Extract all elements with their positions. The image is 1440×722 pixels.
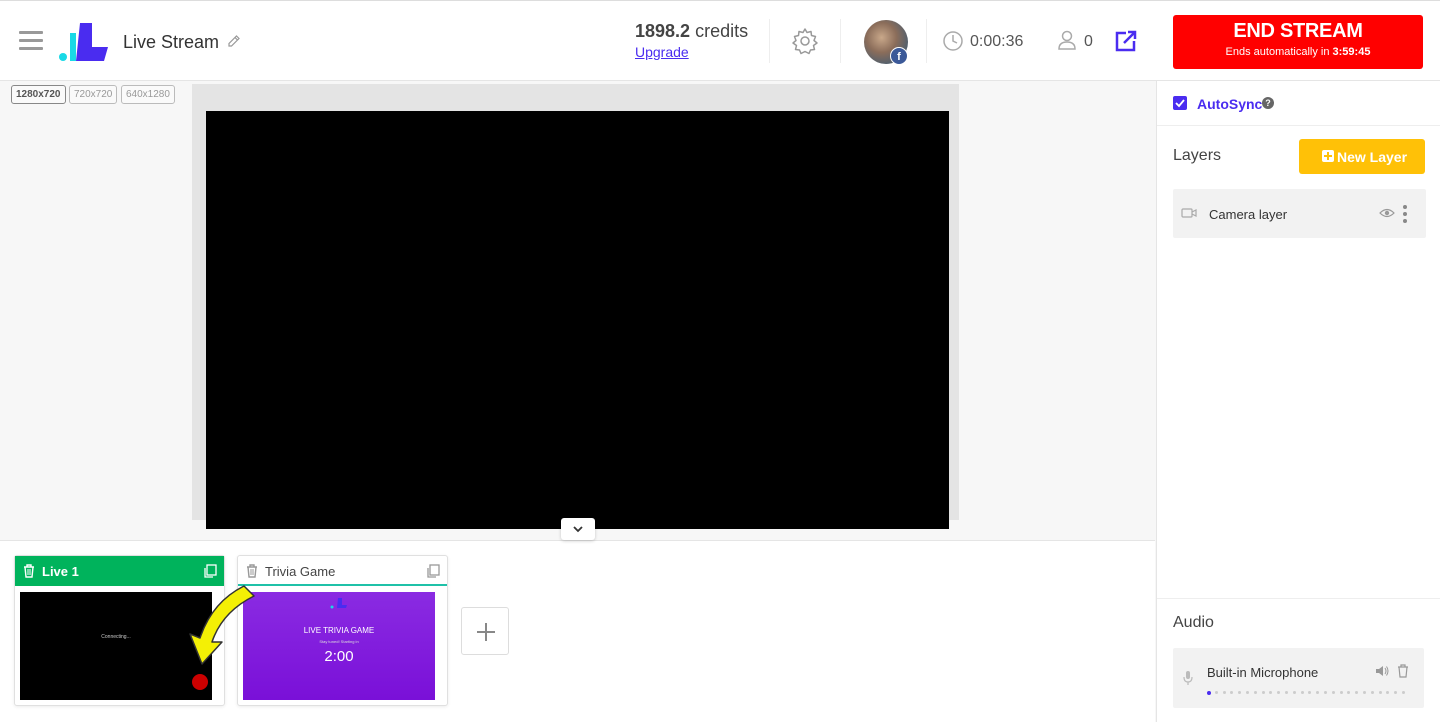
trash-icon[interactable]	[244, 563, 260, 579]
clock-icon	[943, 31, 963, 51]
stream-canvas[interactable]	[206, 111, 949, 529]
app-logo	[330, 598, 347, 609]
header-divider	[926, 19, 927, 63]
facebook-badge-icon: f	[890, 47, 908, 65]
meter-dot	[1222, 691, 1226, 694]
credits-unit: credits	[695, 21, 749, 41]
divider	[1157, 125, 1440, 126]
end-stream-time: 3:59:45	[1332, 46, 1371, 58]
add-scene-button[interactable]	[461, 607, 509, 655]
meter-dot	[1331, 691, 1335, 694]
meter-dot	[1370, 691, 1374, 694]
eye-icon[interactable]	[1379, 207, 1395, 219]
credits-value: 1898.2	[635, 21, 691, 41]
end-stream-button[interactable]: END STREAM Ends automatically in 3:59:45	[1173, 15, 1423, 69]
trash-icon[interactable]	[21, 563, 37, 579]
meter-dot	[1207, 691, 1211, 695]
audio-level-meter	[1207, 691, 1409, 695]
trash-icon[interactable]	[1397, 664, 1409, 678]
meter-dot	[1277, 691, 1281, 694]
audio-heading: Audio	[1173, 614, 1214, 631]
meter-dot	[1402, 691, 1405, 694]
meter-dot	[1363, 691, 1366, 694]
chevron-down-icon	[573, 526, 583, 533]
meter-dot	[1230, 691, 1234, 694]
end-stream-prefix: Ends automatically in	[1225, 46, 1333, 58]
meter-dot	[1285, 691, 1288, 694]
speaker-icon[interactable]	[1375, 665, 1389, 677]
resolution-chip-720x720[interactable]: 720x720	[69, 85, 118, 104]
help-icon[interactable]: ?	[1262, 97, 1274, 109]
video-camera-icon	[1181, 208, 1197, 218]
stream-timer: 0:00:36	[970, 33, 1024, 50]
trivia-title: LIVE TRIVIA GAME	[303, 626, 375, 635]
autosync-label[interactable]: AutoSync	[1197, 96, 1262, 112]
meter-dot	[1300, 691, 1304, 694]
header-divider	[769, 19, 770, 63]
autosync-checkbox[interactable]	[1173, 96, 1187, 110]
meter-dot	[1386, 691, 1390, 694]
audio-source-item[interactable]: Built-in Microphone	[1173, 648, 1424, 708]
audio-source-name: Built-in Microphone	[1207, 665, 1319, 680]
meter-dot	[1308, 691, 1312, 694]
hamburger-menu-icon[interactable]	[19, 31, 43, 51]
end-stream-countdown: Ends automatically in 3:59:45	[1173, 46, 1423, 58]
recording-indicator	[192, 674, 208, 690]
user-icon	[1058, 30, 1076, 50]
meter-dot	[1214, 691, 1218, 694]
meter-dot	[1355, 691, 1359, 694]
meter-dot	[1347, 691, 1351, 694]
copy-icon[interactable]	[202, 563, 218, 579]
scene-thumbnail[interactable]: LIVE TRIVIA GAME Stay tuned! Starting in…	[243, 592, 435, 700]
meter-dot	[1261, 691, 1265, 694]
top-bar: Live Stream 1898.2 credits Upgrade f 0:0…	[0, 0, 1440, 81]
pencil-icon[interactable]	[226, 33, 242, 49]
stream-title[interactable]: Live Stream	[123, 32, 219, 53]
meter-dot	[1246, 691, 1249, 694]
scene-header: Trivia Game	[238, 556, 447, 586]
meter-dot	[1378, 691, 1382, 694]
gear-icon[interactable]	[790, 26, 820, 56]
trivia-subtitle: Stay tuned! Starting in	[319, 639, 359, 644]
meter-dot	[1253, 691, 1257, 694]
layer-name: Camera layer	[1209, 207, 1288, 222]
layer-item-camera[interactable]: Camera layer	[1173, 189, 1426, 238]
scene-name[interactable]: Live 1	[42, 564, 79, 579]
copy-icon[interactable]	[425, 563, 441, 579]
plus-icon	[1322, 150, 1334, 162]
meter-dot	[1339, 691, 1343, 694]
meter-dot	[1324, 691, 1327, 694]
scene-card-trivia-game[interactable]: Trivia Game LIVE TRIVIA GAME Stay tuned!…	[237, 555, 448, 706]
meter-dot	[1292, 691, 1296, 694]
trivia-countdown: 2:00	[324, 648, 354, 665]
viewer-count: 0	[1084, 33, 1093, 50]
meter-dot	[1238, 691, 1242, 694]
layers-heading: Layers	[1173, 147, 1222, 164]
kebab-menu-icon[interactable]	[1402, 204, 1408, 224]
upgrade-link[interactable]: Upgrade	[635, 44, 689, 60]
meter-dot	[1394, 691, 1398, 694]
new-layer-button[interactable]: New Layer	[1299, 139, 1425, 174]
resolution-chip-640x1280[interactable]: 640x1280	[121, 85, 175, 104]
external-link-icon[interactable]	[1113, 28, 1139, 54]
collapse-scenes-button[interactable]	[561, 518, 595, 540]
new-layer-label: New Layer	[1337, 149, 1408, 165]
meter-dot	[1269, 691, 1273, 694]
yellow-arrow-annotation	[189, 585, 255, 665]
header-divider	[840, 19, 841, 63]
divider	[1157, 598, 1440, 599]
end-stream-label: END STREAM	[1233, 20, 1363, 42]
microphone-icon	[1183, 671, 1193, 685]
credits-display: 1898.2 credits	[635, 21, 748, 42]
scene-name[interactable]: Trivia Game	[265, 564, 335, 579]
app-logo[interactable]	[58, 21, 110, 63]
meter-dot	[1316, 691, 1320, 694]
resolution-chip-1280x720[interactable]: 1280x720	[11, 85, 66, 104]
